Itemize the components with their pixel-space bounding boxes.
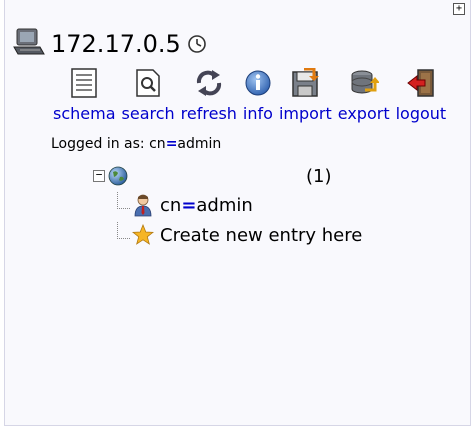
- server-header: 172.17.0.5: [13, 28, 207, 60]
- export-label: export: [337, 104, 390, 123]
- clock-icon[interactable]: [187, 34, 207, 54]
- tree-root-node: − (1): [93, 164, 332, 188]
- export-icon: [349, 68, 379, 98]
- info-label: info: [242, 104, 273, 123]
- login-attr: cn: [149, 136, 166, 152]
- search-button[interactable]: search: [122, 68, 175, 123]
- server-name[interactable]: 172.17.0.5: [51, 30, 181, 58]
- logout-button[interactable]: logout: [395, 68, 447, 123]
- import-label: import: [278, 104, 332, 123]
- import-button[interactable]: import: [279, 68, 332, 123]
- import-icon: [290, 68, 320, 98]
- info-button[interactable]: info: [243, 68, 273, 123]
- base-dn-redacted[interactable]: [134, 166, 304, 186]
- logout-label: logout: [395, 104, 447, 123]
- logout-icon: [406, 68, 436, 98]
- server-computer-icon: [13, 27, 45, 61]
- star-icon: [132, 223, 154, 247]
- tree-item-create-entry[interactable]: Create new entry here: [117, 221, 363, 248]
- tree-connector: [117, 221, 130, 239]
- child-count: (1): [306, 165, 332, 187]
- expand-panel-button[interactable]: +: [453, 3, 465, 15]
- refresh-icon: [194, 68, 224, 98]
- schema-label: schema: [53, 104, 116, 123]
- toolbar: schema search refresh info import export…: [53, 68, 452, 123]
- tree-panel: + 172.17.0.5 schema search refresh info …: [4, 0, 471, 426]
- user-icon: [132, 193, 154, 217]
- login-value: admin: [177, 136, 222, 152]
- tree-item-admin[interactable]: cn=admin: [117, 191, 253, 218]
- collapse-toggle[interactable]: −: [93, 169, 105, 182]
- globe-icon: [108, 166, 128, 186]
- info-icon: [243, 68, 273, 98]
- create-entry-label: Create new entry here: [160, 224, 363, 246]
- export-button[interactable]: export: [338, 68, 390, 123]
- tree-connector: [117, 191, 130, 209]
- login-prefix: Logged in as:: [51, 136, 150, 152]
- schema-icon: [69, 68, 99, 98]
- login-status: Logged in as: cn=admin: [51, 136, 221, 152]
- login-eq: =: [165, 136, 178, 152]
- refresh-label: refresh: [180, 104, 237, 123]
- search-label: search: [121, 104, 175, 123]
- search-icon: [133, 68, 163, 98]
- admin-entry-label: cn=admin: [160, 194, 253, 216]
- schema-button[interactable]: schema: [53, 68, 116, 123]
- refresh-button[interactable]: refresh: [181, 68, 237, 123]
